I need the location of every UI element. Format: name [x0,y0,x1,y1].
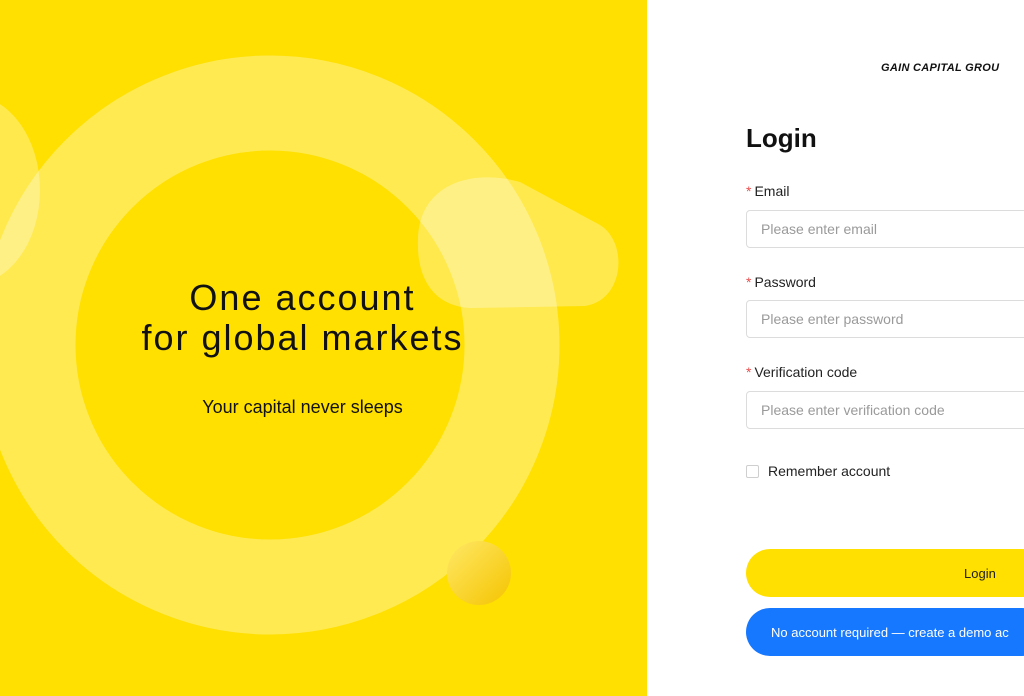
verification-code-field[interactable] [746,391,1024,429]
verification-label: * Verification code [746,364,857,380]
email-label-text: Email [754,183,790,199]
page-title: Login [746,123,817,153]
login-panel: GAIN CAPITAL GROU Login *Email *Password… [647,0,1024,696]
yellow-dot-shape [447,541,511,605]
remember-label: Remember account [768,463,891,479]
login-button[interactable]: Login [746,549,1024,597]
required-mark: * [746,274,752,290]
required-mark: * [746,364,752,380]
required-mark: * [746,183,752,199]
hero-subtitle: Your capital never sleeps [202,397,403,417]
password-field[interactable] [746,300,1024,338]
hero-panel: One account for global markets Your capi… [0,0,647,696]
password-label: * Password [746,274,816,290]
email-label: * Email [746,183,789,199]
hero-title: One account for global markets [0,278,605,358]
remember-account[interactable]: Remember account [746,463,890,479]
remember-checkbox[interactable] [746,464,759,478]
email-field[interactable] [746,210,1024,248]
hero-title-line1: One account [189,277,416,318]
create-demo-account-button[interactable]: No account required — create a demo ac [746,608,1024,656]
hero-title-line2: for global markets [141,317,464,358]
password-label-text: Password [754,274,816,290]
verification-label-text: Verification code [754,364,858,380]
brand-logo: GAIN CAPITAL GROU [881,62,1000,74]
